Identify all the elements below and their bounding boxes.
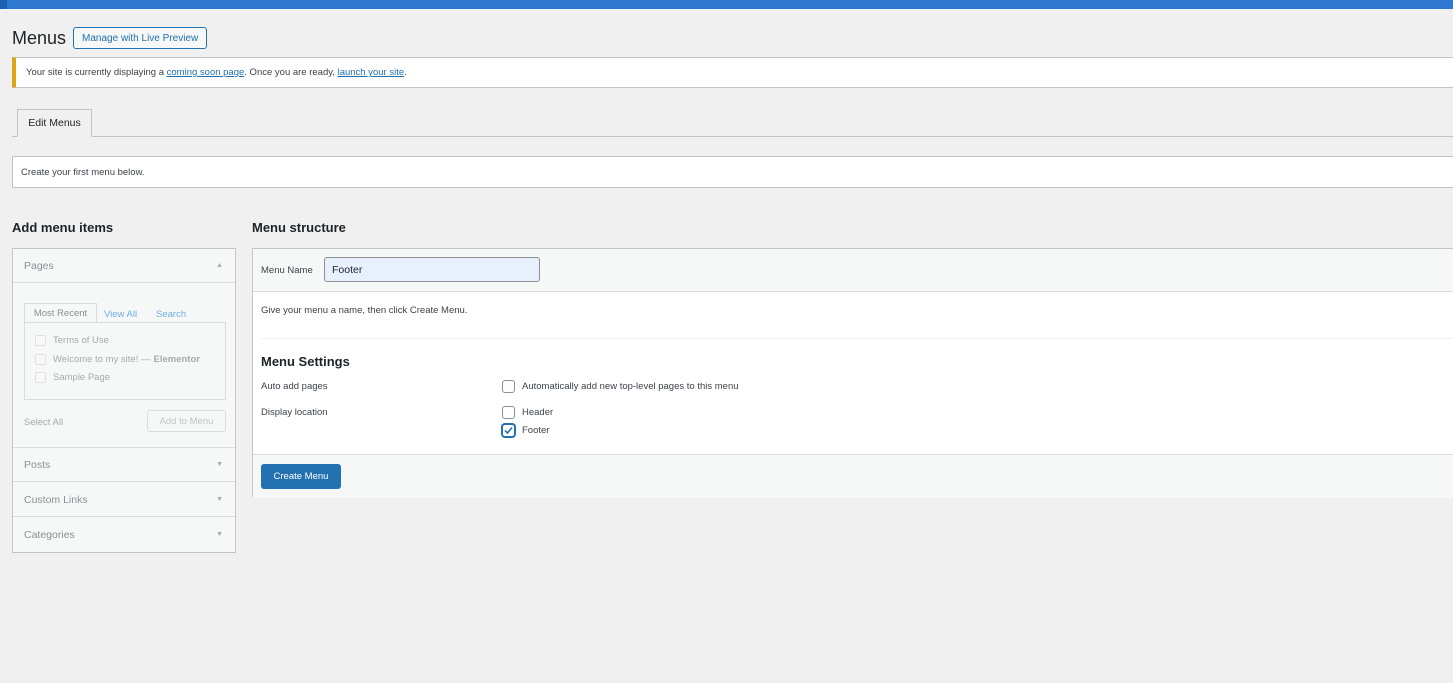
location-footer-label: Footer: [522, 425, 550, 436]
accordion-custom-links-label: Custom Links: [24, 493, 88, 506]
add-menu-items-heading: Add menu items: [12, 220, 114, 235]
auto-add-pages-option[interactable]: Automatically add new top-level pages to…: [502, 380, 739, 393]
coming-soon-notice: Your site is currently displaying a comi…: [12, 57, 1453, 88]
page-title-suffix: Elementor: [153, 354, 200, 365]
list-item[interactable]: Terms of Use: [35, 335, 109, 346]
tab-most-recent[interactable]: Most Recent: [24, 303, 97, 323]
location-header-checkbox[interactable]: [502, 406, 515, 419]
accordion-categories-label: Categories: [24, 529, 75, 541]
page-checkbox[interactable]: [35, 335, 46, 346]
auto-add-pages-label: Auto add pages: [261, 381, 328, 392]
page-checkbox[interactable]: [35, 372, 46, 383]
launch-site-link[interactable]: launch your site: [338, 67, 405, 78]
page-title-text: Terms of Use: [53, 335, 109, 346]
tab-edit-menus[interactable]: Edit Menus: [17, 109, 92, 137]
admin-bar-edge: [0, 0, 7, 9]
location-footer-option[interactable]: Footer: [502, 424, 549, 437]
chevron-down-icon: ▼: [216, 461, 223, 468]
location-header-option[interactable]: Header: [502, 406, 553, 419]
accordion-custom-links-header[interactable]: Custom Links ▼: [13, 483, 235, 517]
location-footer-checkbox[interactable]: [502, 424, 515, 437]
chevron-down-icon: ▼: [216, 496, 223, 503]
title-row: Menus Manage with Live Preview: [12, 26, 208, 50]
auto-add-pages-checkbox[interactable]: [502, 380, 515, 393]
create-menu-button[interactable]: Create Menu: [261, 464, 341, 489]
chevron-down-icon: ▼: [216, 531, 223, 538]
pages-panel: Most Recent View All Search Terms of Use…: [13, 284, 235, 448]
page-title: Menus: [12, 28, 67, 48]
notice-text-middle: . Once you are ready,: [244, 67, 335, 78]
accordion-categories-header[interactable]: Categories ▼: [13, 518, 235, 552]
menu-name-label: Menu Name: [261, 265, 313, 276]
accordion-posts-label: Posts: [24, 458, 51, 471]
page-title-text: Sample Page: [53, 372, 111, 383]
location-header-label: Header: [522, 407, 554, 418]
accordion-posts-header[interactable]: Posts ▼: [13, 448, 235, 482]
accordion-pages-label: Pages: [24, 259, 54, 272]
coming-soon-page-link[interactable]: coming soon page: [167, 67, 245, 78]
list-item[interactable]: Sample Page: [35, 372, 110, 383]
add-to-menu-button[interactable]: Add to Menu: [147, 410, 226, 432]
select-all-checkbox-label[interactable]: Select All: [24, 417, 63, 428]
display-location-label: Display location: [261, 407, 328, 418]
page-title-text: Welcome to my site! —: [53, 354, 151, 365]
tabs-divider: [12, 136, 1453, 137]
auto-add-pages-option-label: Automatically add new top-level pages to…: [522, 381, 739, 392]
accordion-pages-header[interactable]: Pages ▲: [13, 249, 235, 283]
list-item[interactable]: Welcome to my site! — Elementor: [35, 354, 200, 365]
top-admin-bar: [0, 0, 1453, 9]
menu-structure-heading: Menu structure: [252, 220, 346, 235]
checkmark-icon: [504, 426, 513, 435]
menu-hint-text: Give your menu a name, then click Create…: [261, 305, 468, 316]
tab-search[interactable]: Search: [156, 309, 186, 320]
notice-text-before: Your site is currently displaying a: [26, 67, 164, 78]
info-box: Create your first menu below.: [12, 156, 1453, 188]
add-menu-items-accordion: Pages ▲ Most Recent View All Search Term…: [12, 248, 236, 553]
menu-settings-title: Menu Settings: [261, 354, 350, 369]
menu-name-header: Menu Name: [253, 249, 1453, 292]
menu-footer-bar: Create Menu: [253, 454, 1453, 498]
pages-list: Terms of Use Welcome to my site! — Eleme…: [24, 322, 226, 400]
notice-text-after: .: [404, 67, 407, 78]
divider: [261, 338, 1453, 339]
info-text: Create your first menu below.: [21, 166, 145, 178]
menu-name-input[interactable]: [324, 257, 540, 282]
menu-structure-box: Menu Name Give your menu a name, then cl…: [252, 248, 1453, 498]
chevron-up-icon: ▲: [216, 262, 223, 269]
tab-view-all[interactable]: View All: [104, 309, 137, 320]
page-checkbox[interactable]: [35, 354, 46, 365]
manage-live-preview-button[interactable]: Manage with Live Preview: [73, 27, 208, 49]
